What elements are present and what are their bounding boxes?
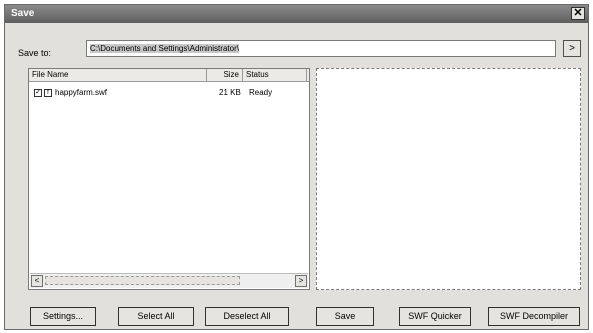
save-button[interactable]: Save: [316, 307, 374, 326]
save-path-field[interactable]: C:\Documents and Settings\Administrator\: [86, 40, 556, 57]
save-to-label: Save to:: [18, 48, 52, 58]
column-header-file-name[interactable]: File Name: [29, 69, 207, 81]
select-all-button[interactable]: Select All: [118, 307, 194, 326]
window-title: Save: [11, 8, 35, 19]
save-path-text: C:\Documents and Settings\Administrator\: [90, 44, 239, 53]
file-list[interactable]: File Name Size Status ✓ f happyfarm.swf …: [28, 68, 310, 290]
column-header-status[interactable]: Status: [243, 69, 307, 81]
column-header-status-label: Status: [246, 70, 269, 79]
browse-button[interactable]: >: [563, 40, 581, 57]
horizontal-scrollbar[interactable]: < >: [30, 273, 308, 288]
title-bar[interactable]: Save ✕: [5, 5, 588, 23]
list-header: File Name Size Status: [29, 69, 309, 82]
swf-file-icon: f: [44, 89, 52, 97]
preview-pane: [316, 68, 581, 290]
scroll-left-button[interactable]: <: [31, 275, 43, 287]
list-item[interactable]: ✓ f happyfarm.swf 21 KB Ready: [31, 87, 307, 99]
file-status: Ready: [249, 88, 273, 97]
file-name: happyfarm.swf: [55, 88, 108, 97]
column-header-file-name-label: File Name: [32, 70, 69, 79]
scroll-right-button[interactable]: >: [295, 275, 307, 287]
scroll-thumb[interactable]: [45, 276, 240, 285]
swf-quicker-button[interactable]: SWF Quicker: [399, 307, 471, 326]
column-header-size-label: Size: [223, 70, 239, 79]
settings-button[interactable]: Settings...: [30, 307, 96, 326]
file-size: 21 KB: [219, 88, 241, 97]
deselect-all-button[interactable]: Deselect All: [205, 307, 289, 326]
swf-decompiler-button[interactable]: SWF Decompiler: [488, 307, 580, 326]
close-button[interactable]: ✕: [571, 7, 585, 20]
close-icon: ✕: [573, 7, 583, 19]
column-header-size[interactable]: Size: [207, 69, 243, 81]
file-checkbox[interactable]: ✓: [34, 89, 42, 97]
